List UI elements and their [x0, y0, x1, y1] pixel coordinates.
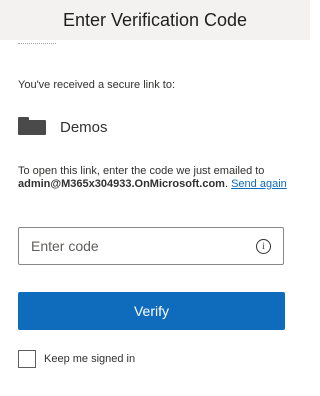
dialog-header: Enter Verification Code — [0, 0, 310, 40]
received-link-text: You've received a secure link to: — [18, 79, 176, 91]
shared-item-name: Demos — [60, 118, 108, 136]
code-field[interactable]: i — [18, 227, 284, 265]
verification-instructions: To open this link, enter the code we jus… — [18, 165, 290, 191]
instructions-prefix: To open this link, enter the code we jus… — [18, 165, 265, 177]
keep-signed-in-row[interactable]: Keep me signed in — [18, 350, 135, 368]
shared-item: Demos — [18, 117, 108, 137]
info-icon[interactable]: i — [256, 238, 271, 254]
dialog-title: Enter Verification Code — [62, 9, 248, 30]
clipped-text-fragment — [18, 43, 56, 47]
folder-icon — [18, 117, 46, 137]
send-again-link[interactable]: Send again — [231, 178, 287, 190]
keep-signed-in-checkbox[interactable] — [18, 350, 36, 368]
verify-button[interactable]: Verify — [18, 292, 285, 330]
scroll-fade — [0, 40, 310, 52]
keep-signed-in-label[interactable]: Keep me signed in — [44, 353, 135, 365]
code-input[interactable] — [19, 228, 256, 264]
recipient-email: admin@M365x304933.OnMicrosoft.com — [18, 178, 225, 190]
